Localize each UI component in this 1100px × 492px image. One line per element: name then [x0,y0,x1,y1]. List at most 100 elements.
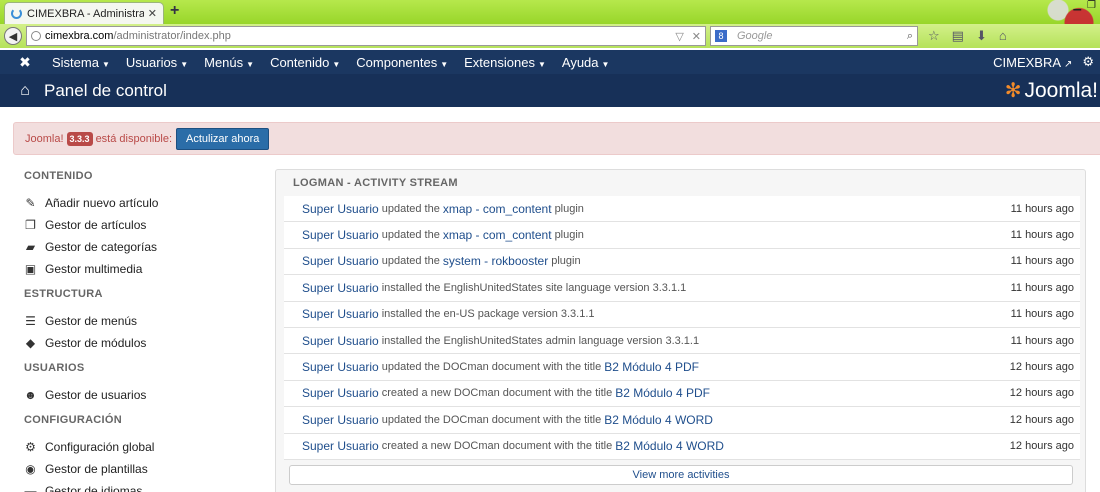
page-header: ⌂ Panel de control ✻ Joomla! [0,74,1100,107]
menu-componentes[interactable]: Componentes ▼ [348,55,456,70]
browser-tab[interactable]: CIMEXBRA - Administració... ✕ [4,2,164,24]
activity-time: 12 hours ago [1009,387,1074,400]
dropdown-icon[interactable]: ▽ [675,30,683,43]
search-placeholder: Google [737,30,773,42]
list-icon: ☰ [25,314,36,328]
activity-row: Super Usuario created a new DOCman docume… [284,433,1080,460]
section-title-usuarios: USUARIOS [24,362,85,374]
menu-usuarios[interactable]: Usuarios ▼ [118,55,196,70]
sidebar-item-languages[interactable]: ▬ Gestor de idiomas [24,480,254,492]
activity-object-link[interactable]: xmap - com_content [443,202,552,216]
clipboard-icon[interactable]: ▤ [952,28,964,44]
activity-verb: updated the [381,255,440,268]
activity-verb: installed the EnglishUnitedStates admin … [381,334,700,347]
activity-actor-link[interactable]: Super Usuario [302,386,379,400]
activity-object-link[interactable]: system - rokbooster [443,254,548,268]
menu-menus[interactable]: Menús ▼ [196,55,262,70]
brand-text: Joomla! [1024,78,1098,102]
url-tools: ▽ ✕ [675,30,701,43]
settings-gear-icon[interactable]: ⚙ [1082,54,1094,70]
activity-verb: installed the EnglishUnitedStates site l… [381,281,687,294]
sidebar-item-categories[interactable]: ▰ Gestor de categorías [24,236,254,258]
menu-ayuda[interactable]: Ayuda ▼ [554,55,618,70]
sidebar-item-users[interactable]: ☻ Gestor de usuarios [24,384,254,406]
activity-row: Super Usuario updated the system - rokboos… [284,248,1080,276]
site-links: CIMEXBRA ↗ ⚙ [993,54,1100,70]
activity-actor-link[interactable]: Super Usuario [302,334,379,348]
sidebar-item-media[interactable]: ▣ Gestor multimedia [24,258,254,280]
activity-object-link[interactable]: B2 Módulo 4 WORD [615,439,724,453]
sidebar-item-menus[interactable]: ☰ Gestor de menús [24,310,254,332]
activity-row: Super Usuario installed the EnglishUnited… [284,327,1080,355]
search-icon[interactable]: ⌕ [907,30,913,43]
menu-sistema[interactable]: Sistema ▼ [44,55,118,70]
url-bar[interactable]: cimexbra.com/administrator/index.php ▽ ✕ [26,26,706,46]
activity-verb: updated the DOCman document with the tit… [381,361,602,374]
activity-object-link[interactable]: B2 Módulo 4 PDF [615,386,710,400]
loading-icon [11,8,22,19]
browser-nav-bar: ◀ cimexbra.com/administrator/index.php ▽… [0,24,1100,48]
panel-title: LOGMAN - ACTIVITY STREAM [293,176,458,189]
search-engine-icon[interactable]: 8 [715,30,727,42]
external-link-icon: ↗ [1063,58,1073,70]
activity-actor-link[interactable]: Super Usuario [302,307,379,321]
update-now-button[interactable]: Actulizar ahora [176,127,270,150]
version-badge: 3.3.3 [66,131,93,146]
activity-suffix: plugin [551,255,581,268]
url-host: cimexbra.com [45,30,114,42]
activity-object-link[interactable]: B2 Módulo 4 WORD [604,413,713,427]
bookmark-star-icon[interactable]: ☆ [928,28,940,44]
menu-contenido[interactable]: Contenido ▼ [262,55,348,70]
tab-close-button[interactable]: ✕ [148,7,157,20]
site-link[interactable]: CIMEXBRA ↗ [993,55,1072,70]
joomla-brand: ✻ Joomla! [1005,78,1098,103]
activity-time: 11 hours ago [1010,334,1074,347]
download-icon[interactable]: ⬇ [976,28,987,44]
window-controls: ▁ ❐ [1073,0,1096,11]
sidebar-item-articles[interactable]: ❐ Gestor de artículos [24,214,254,236]
activity-verb: created a new DOCman document with the t… [381,387,613,400]
activity-actor-link[interactable]: Super Usuario [302,439,379,453]
activity-actor-link[interactable]: Super Usuario [302,228,379,242]
back-button[interactable]: ◀ [4,27,22,45]
activity-time: 11 hours ago [1010,281,1074,294]
sidebar-item-templates[interactable]: ◉ Gestor de plantillas [24,458,254,480]
activity-row: Super Usuario installed the en-US package… [284,301,1080,328]
menu-extensiones[interactable]: Extensiones ▼ [456,55,554,70]
home-icon[interactable]: ⌂ [999,28,1007,44]
cube-icon: ◆ [25,336,36,350]
browser-tab-bar: CIMEXBRA - Administració... ✕ + ▁ ❐ [0,0,1100,50]
joomla-logo-icon[interactable]: ✖ [16,54,34,71]
section-title-estructura: ESTRUCTURA [24,288,103,300]
maximize-icon[interactable]: ❐ [1087,0,1096,11]
site-identity-icon[interactable] [31,31,41,41]
tab-title: CIMEXBRA - Administració... [27,7,144,20]
activity-object-link[interactable]: B2 Módulo 4 PDF [604,360,699,374]
activity-time: 11 hours ago [1010,229,1074,242]
search-bar[interactable]: 8 Google ⌕ [710,26,918,46]
sidebar-item-add-article[interactable]: ✎ Añadir nuevo artículo [24,192,254,214]
activity-actor-link[interactable]: Super Usuario [302,202,379,216]
activity-object-link[interactable]: xmap - com_content [443,228,552,242]
activity-actor-link[interactable]: Super Usuario [302,413,379,427]
cog-icon: ⚙ [25,440,36,454]
activity-verb: installed the en-US package version 3.3.… [381,308,595,321]
browser-toolbar-icons: ☆ ▤ ⬇ ⌂ [928,28,1007,44]
users-icon: ☻ [24,388,37,402]
stop-icon[interactable]: ✕ [692,30,701,43]
activity-row: Super Usuario updated the DOCman document… [284,407,1080,434]
activity-actor-link[interactable]: Super Usuario [302,254,379,268]
activity-verb: created a new DOCman document with the t… [381,440,613,453]
activity-actor-link[interactable]: Super Usuario [302,281,379,295]
update-alert: Joomla! 3.3.3 está disponible: Actulizar… [13,122,1100,155]
new-tab-button[interactable]: + [170,2,179,20]
activity-time: 12 hours ago [1009,413,1074,426]
sidebar-item-modules[interactable]: ◆ Gestor de módulos [24,332,254,354]
activity-actor-link[interactable]: Super Usuario [302,360,379,374]
activity-list: Super Usuario updated the xmap - com_conte… [284,196,1080,460]
activity-time: 12 hours ago [1009,361,1074,374]
view-more-activities-button[interactable]: View more activities [289,465,1073,485]
sidebar-item-global-config[interactable]: ⚙ Configuración global [24,436,254,458]
minimize-icon[interactable]: ▁ [1073,0,1081,11]
activity-time: 11 hours ago [1010,255,1074,268]
